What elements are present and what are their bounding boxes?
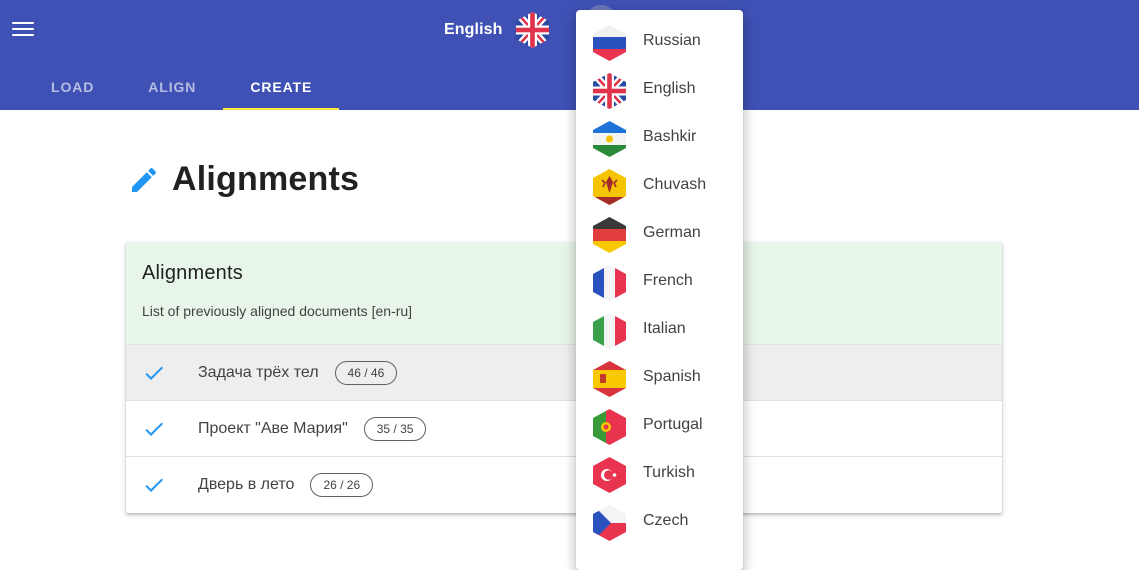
- language-option-label: Spanish: [643, 368, 701, 385]
- czech-flag-icon: [593, 505, 626, 541]
- language-option-french[interactable]: French: [576, 257, 743, 305]
- russia-flag-icon: [593, 25, 626, 61]
- alignment-title: Проект "Аве Мария": [198, 419, 348, 437]
- language-option-label: Russian: [643, 32, 701, 49]
- germany-flag-icon: [593, 217, 626, 253]
- language-option-chuvash[interactable]: Chuvash: [576, 161, 743, 209]
- turkey-flag-icon: [593, 457, 626, 493]
- language-menu: Russian English Bashkir Chuvash German F…: [576, 10, 743, 570]
- language-option-label: English: [643, 80, 696, 97]
- portugal-flag-icon: [593, 409, 626, 445]
- card-subtitle: List of previously aligned documents [en…: [142, 303, 413, 319]
- language-option-german[interactable]: German: [576, 209, 743, 257]
- alignment-row[interactable]: Проект "Аве Мария" 35 / 35: [126, 400, 1002, 456]
- language-option-label: Bashkir: [643, 128, 697, 145]
- check-icon: [142, 417, 166, 441]
- check-icon: [142, 361, 166, 385]
- language-option-italian[interactable]: Italian: [576, 305, 743, 353]
- page-title-text: Alignments: [172, 160, 360, 198]
- language-option-label: German: [643, 224, 701, 241]
- france-flag-icon: [593, 265, 626, 301]
- tab-create[interactable]: CREATE: [223, 64, 340, 110]
- bashkir-flag-icon: [593, 121, 626, 157]
- check-icon: [142, 473, 166, 497]
- current-language-label: English: [444, 21, 503, 38]
- spain-flag-icon: [593, 361, 626, 397]
- tab-load[interactable]: LOAD: [24, 64, 121, 110]
- language-selector[interactable]: English: [444, 12, 550, 48]
- page-title: Alignments: [128, 160, 359, 199]
- language-option-russian[interactable]: Russian: [576, 17, 743, 65]
- alignment-row[interactable]: Задача трёх тел 46 / 46: [126, 344, 1002, 400]
- pencil-icon: [132, 167, 157, 192]
- sentence-count-chip: 35 / 35: [363, 416, 427, 441]
- language-option-portugal[interactable]: Portugal: [576, 401, 743, 449]
- tab-bar: LOAD ALIGN CREATE: [24, 64, 340, 110]
- app-bar: English LOAD ALIGN CREATE: [0, 0, 1139, 110]
- italy-flag-icon: [593, 313, 626, 349]
- language-option-label: Portugal: [643, 416, 703, 433]
- language-option-english[interactable]: English: [576, 65, 743, 113]
- alignments-card: Alignments List of previously aligned do…: [126, 242, 1002, 513]
- language-option-label: Turkish: [643, 464, 695, 481]
- language-option-label: French: [643, 272, 693, 289]
- alignment-title: Задача трёх тел: [198, 363, 319, 381]
- language-option-turkish[interactable]: Turkish: [576, 449, 743, 497]
- language-option-label: Italian: [643, 320, 686, 337]
- card-title: Alignments: [142, 262, 243, 284]
- language-option-label: Chuvash: [643, 176, 707, 193]
- sentence-count-chip: 26 / 26: [310, 472, 374, 497]
- chuvash-flag-icon: [593, 169, 626, 205]
- card-header: Alignments List of previously aligned do…: [126, 242, 1002, 344]
- language-option-bashkir[interactable]: Bashkir: [576, 113, 743, 161]
- uk-flag-icon: [516, 12, 550, 48]
- hamburger-menu-icon[interactable]: [12, 22, 34, 38]
- tab-align[interactable]: ALIGN: [121, 64, 223, 110]
- uk-flag-icon: [593, 73, 626, 109]
- alignment-title: Дверь в лето: [198, 475, 295, 493]
- language-option-spanish[interactable]: Spanish: [576, 353, 743, 401]
- sentence-count-chip: 46 / 46: [334, 360, 398, 385]
- alignment-row[interactable]: Дверь в лето 26 / 26: [126, 456, 1002, 512]
- language-option-czech[interactable]: Czech: [576, 497, 743, 545]
- language-option-label: Czech: [643, 512, 689, 529]
